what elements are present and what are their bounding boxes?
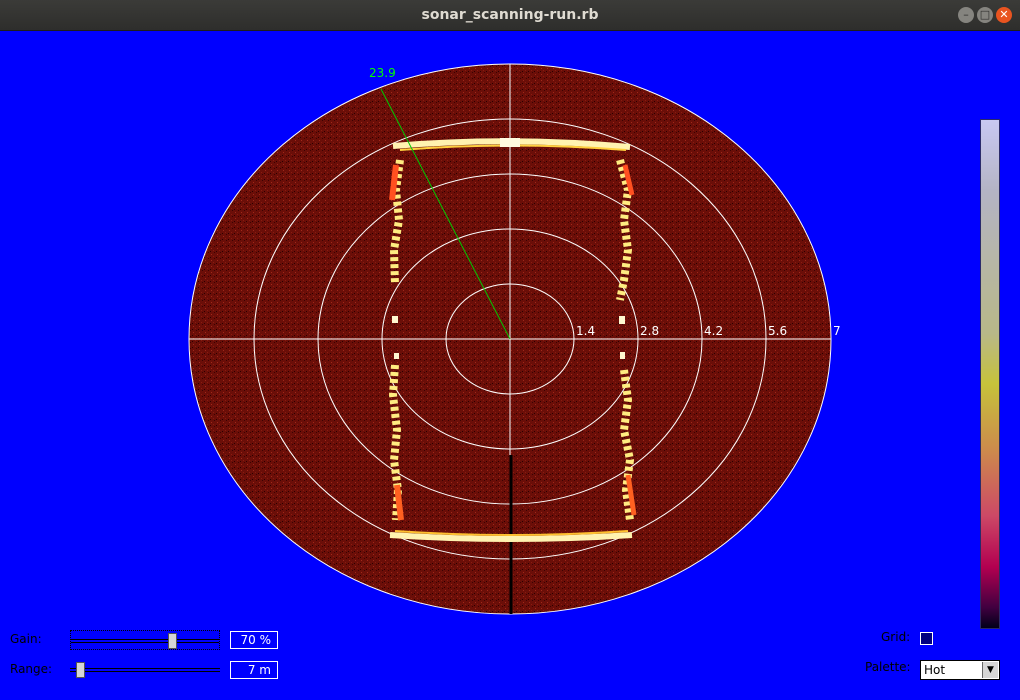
palette-dropdown[interactable]: Hot ▼	[920, 660, 1000, 680]
gain-slider[interactable]	[70, 630, 220, 650]
palette-label: Palette:	[865, 660, 911, 674]
gain-value: 70 %	[230, 631, 278, 649]
window-title: sonar_scanning-run.rb	[421, 7, 599, 23]
close-button[interactable]: ✕	[996, 7, 1012, 23]
grid-label: Grid:	[881, 630, 911, 644]
maximize-button[interactable]: □	[977, 7, 993, 23]
range-label: Range:	[10, 662, 53, 676]
gain-slider-handle[interactable]	[168, 633, 177, 649]
minimize-button[interactable]: –	[958, 7, 974, 23]
grid-checkbox[interactable]	[920, 632, 933, 645]
gain-label: Gain:	[10, 632, 42, 646]
range-label-3: 4.2	[704, 324, 723, 338]
range-label-2: 2.8	[640, 324, 659, 338]
range-label-5: 7	[833, 324, 841, 338]
title-bar: sonar_scanning-run.rb – □ ✕	[0, 0, 1020, 31]
range-value: 7 m	[230, 661, 278, 679]
range-label-4: 5.6	[768, 324, 787, 338]
palette-selected-value: Hot	[924, 663, 946, 677]
sonar-display[interactable]: 23.9 1.4 2.8 4.2 5.6 7	[0, 31, 1020, 700]
bearing-label: 23.9	[369, 66, 396, 80]
palette-colorbar	[980, 119, 1000, 629]
range-slider-handle[interactable]	[76, 662, 85, 678]
maximize-icon: □	[979, 8, 991, 21]
chevron-down-icon: ▼	[982, 662, 998, 678]
range-label-1: 1.4	[576, 324, 595, 338]
range-slider[interactable]	[70, 660, 220, 680]
close-icon: ✕	[999, 8, 1009, 21]
minimize-icon: –	[963, 8, 969, 21]
